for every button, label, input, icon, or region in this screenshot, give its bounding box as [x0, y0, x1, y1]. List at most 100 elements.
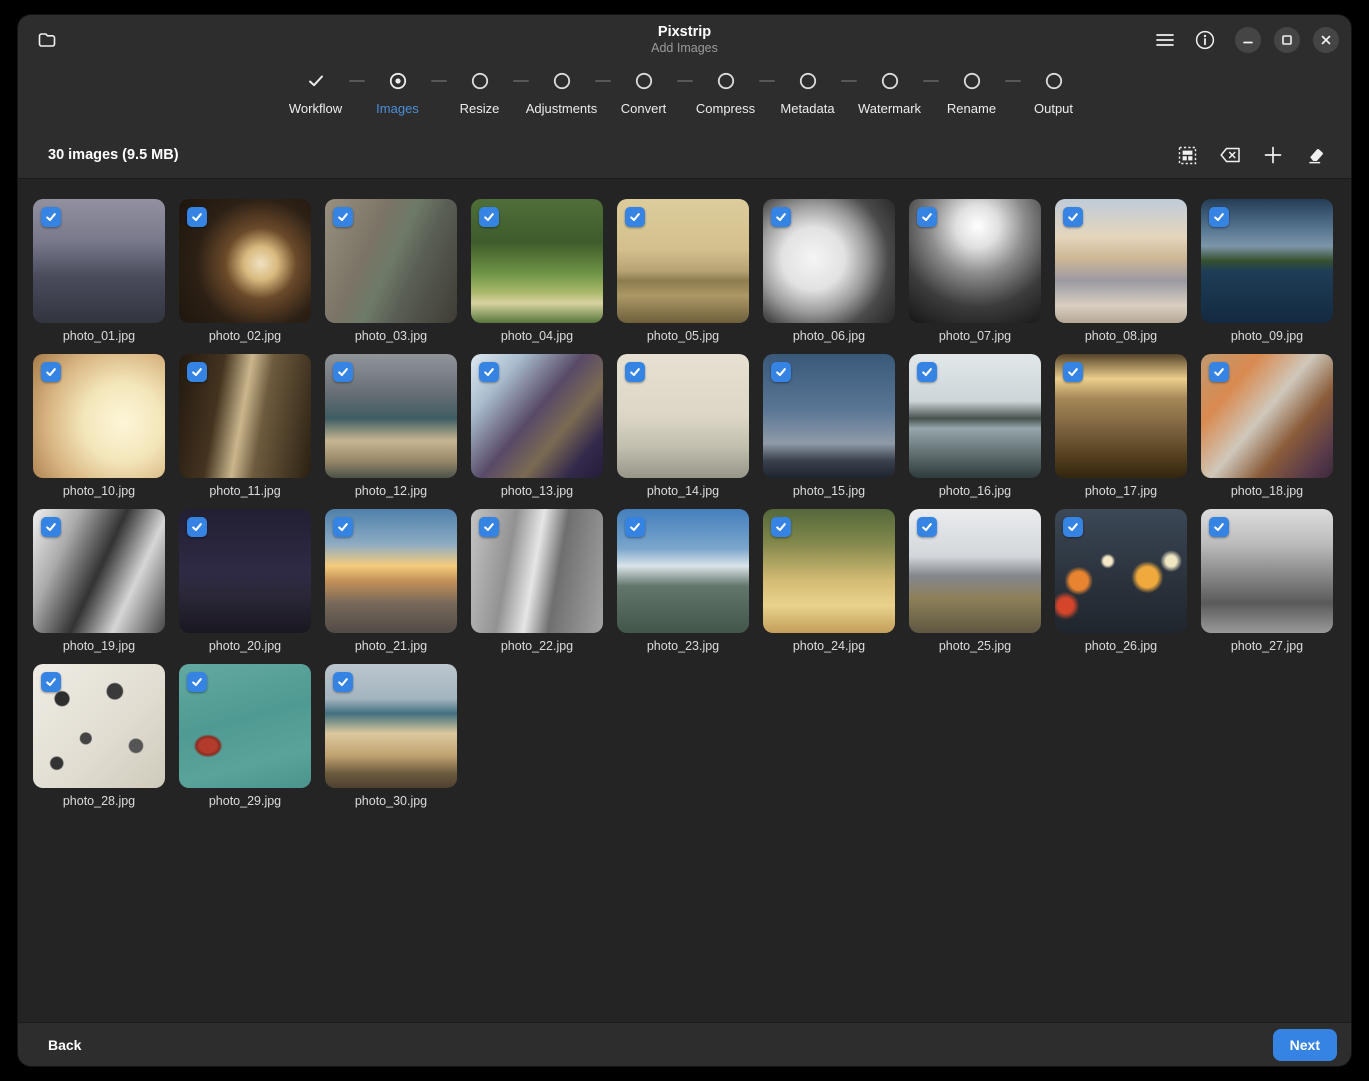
photo-thumbnail[interactable] — [471, 354, 603, 478]
gallery-item[interactable]: photo_04.jpg — [471, 199, 603, 343]
selected-checkbox[interactable] — [625, 517, 645, 537]
photo-thumbnail[interactable] — [1201, 199, 1333, 323]
photo-thumbnail[interactable] — [909, 509, 1041, 633]
open-folder-button[interactable] — [30, 23, 64, 57]
photo-thumbnail[interactable] — [33, 509, 165, 633]
gallery-item[interactable]: photo_09.jpg — [1201, 199, 1333, 343]
step-convert[interactable]: Convert — [611, 69, 677, 116]
selected-checkbox[interactable] — [41, 517, 61, 537]
selected-checkbox[interactable] — [625, 362, 645, 382]
selected-checkbox[interactable] — [187, 517, 207, 537]
selected-checkbox[interactable] — [917, 207, 937, 227]
step-workflow[interactable]: Workflow — [283, 69, 349, 116]
step-output[interactable]: Output — [1021, 69, 1087, 116]
photo-thumbnail[interactable] — [909, 354, 1041, 478]
selected-checkbox[interactable] — [333, 362, 353, 382]
gallery-item[interactable]: photo_21.jpg — [325, 509, 457, 653]
photo-thumbnail[interactable] — [763, 354, 895, 478]
main-menu-button[interactable] — [1148, 23, 1182, 57]
step-rename[interactable]: Rename — [939, 69, 1005, 116]
selected-checkbox[interactable] — [917, 362, 937, 382]
selected-checkbox[interactable] — [1063, 207, 1083, 227]
photo-thumbnail[interactable] — [1055, 509, 1187, 633]
selected-checkbox[interactable] — [1209, 362, 1229, 382]
photo-thumbnail[interactable] — [179, 664, 311, 788]
clear-all-button[interactable] — [1299, 138, 1333, 172]
gallery-item[interactable]: photo_26.jpg — [1055, 509, 1187, 653]
gallery-item[interactable]: photo_12.jpg — [325, 354, 457, 498]
gallery-item[interactable]: photo_11.jpg — [179, 354, 311, 498]
add-images-button[interactable] — [1256, 138, 1290, 172]
photo-thumbnail[interactable] — [617, 354, 749, 478]
photo-thumbnail[interactable] — [1055, 354, 1187, 478]
gallery-item[interactable]: photo_29.jpg — [179, 664, 311, 808]
photo-thumbnail[interactable] — [325, 354, 457, 478]
photo-thumbnail[interactable] — [33, 664, 165, 788]
selected-checkbox[interactable] — [1063, 362, 1083, 382]
photo-thumbnail[interactable] — [179, 509, 311, 633]
gallery-item[interactable]: photo_17.jpg — [1055, 354, 1187, 498]
selected-checkbox[interactable] — [1209, 517, 1229, 537]
step-resize[interactable]: Resize — [447, 69, 513, 116]
photo-thumbnail[interactable] — [325, 199, 457, 323]
photo-thumbnail[interactable] — [33, 354, 165, 478]
gallery-item[interactable]: photo_15.jpg — [763, 354, 895, 498]
step-compress[interactable]: Compress — [693, 69, 759, 116]
selected-checkbox[interactable] — [625, 207, 645, 227]
gallery-item[interactable]: photo_30.jpg — [325, 664, 457, 808]
selected-checkbox[interactable] — [41, 362, 61, 382]
selected-checkbox[interactable] — [333, 672, 353, 692]
photo-thumbnail[interactable] — [617, 199, 749, 323]
photo-thumbnail[interactable] — [909, 199, 1041, 323]
step-adjustments[interactable]: Adjustments — [529, 69, 595, 116]
selected-checkbox[interactable] — [333, 207, 353, 227]
next-button[interactable]: Next — [1273, 1029, 1337, 1061]
gallery-item[interactable]: photo_25.jpg — [909, 509, 1041, 653]
photo-thumbnail[interactable] — [1201, 354, 1333, 478]
remove-selected-button[interactable] — [1213, 138, 1247, 172]
gallery-item[interactable]: photo_27.jpg — [1201, 509, 1333, 653]
gallery-item[interactable]: photo_18.jpg — [1201, 354, 1333, 498]
photo-thumbnail[interactable] — [471, 509, 603, 633]
minimize-button[interactable] — [1235, 27, 1261, 53]
gallery-item[interactable]: photo_13.jpg — [471, 354, 603, 498]
selected-checkbox[interactable] — [771, 517, 791, 537]
selected-checkbox[interactable] — [187, 207, 207, 227]
gallery-item[interactable]: photo_20.jpg — [179, 509, 311, 653]
photo-thumbnail[interactable] — [1201, 509, 1333, 633]
gallery-item[interactable]: photo_06.jpg — [763, 199, 895, 343]
back-button[interactable]: Back — [48, 1029, 91, 1061]
gallery-item[interactable]: photo_10.jpg — [33, 354, 165, 498]
gallery-item[interactable]: photo_19.jpg — [33, 509, 165, 653]
selected-checkbox[interactable] — [333, 517, 353, 537]
gallery-item[interactable]: photo_16.jpg — [909, 354, 1041, 498]
gallery-item[interactable]: photo_07.jpg — [909, 199, 1041, 343]
photo-thumbnail[interactable] — [763, 509, 895, 633]
photo-thumbnail[interactable] — [33, 199, 165, 323]
gallery-item[interactable]: photo_22.jpg — [471, 509, 603, 653]
photo-thumbnail[interactable] — [325, 664, 457, 788]
selected-checkbox[interactable] — [771, 207, 791, 227]
gallery-item[interactable]: photo_23.jpg — [617, 509, 749, 653]
photo-thumbnail[interactable] — [1055, 199, 1187, 323]
photo-thumbnail[interactable] — [471, 199, 603, 323]
close-button[interactable] — [1313, 27, 1339, 53]
gallery-item[interactable]: photo_02.jpg — [179, 199, 311, 343]
selected-checkbox[interactable] — [917, 517, 937, 537]
gallery-item[interactable]: photo_05.jpg — [617, 199, 749, 343]
photo-thumbnail[interactable] — [325, 509, 457, 633]
step-metadata[interactable]: Metadata — [775, 69, 841, 116]
select-all-button[interactable] — [1170, 138, 1204, 172]
selected-checkbox[interactable] — [479, 362, 499, 382]
gallery-item[interactable]: photo_14.jpg — [617, 354, 749, 498]
selected-checkbox[interactable] — [479, 207, 499, 227]
selected-checkbox[interactable] — [771, 362, 791, 382]
photo-thumbnail[interactable] — [179, 199, 311, 323]
step-watermark[interactable]: Watermark — [857, 69, 923, 116]
gallery-item[interactable]: photo_03.jpg — [325, 199, 457, 343]
selected-checkbox[interactable] — [41, 672, 61, 692]
photo-thumbnail[interactable] — [763, 199, 895, 323]
maximize-button[interactable] — [1274, 27, 1300, 53]
step-images[interactable]: Images — [365, 69, 431, 116]
selected-checkbox[interactable] — [187, 362, 207, 382]
